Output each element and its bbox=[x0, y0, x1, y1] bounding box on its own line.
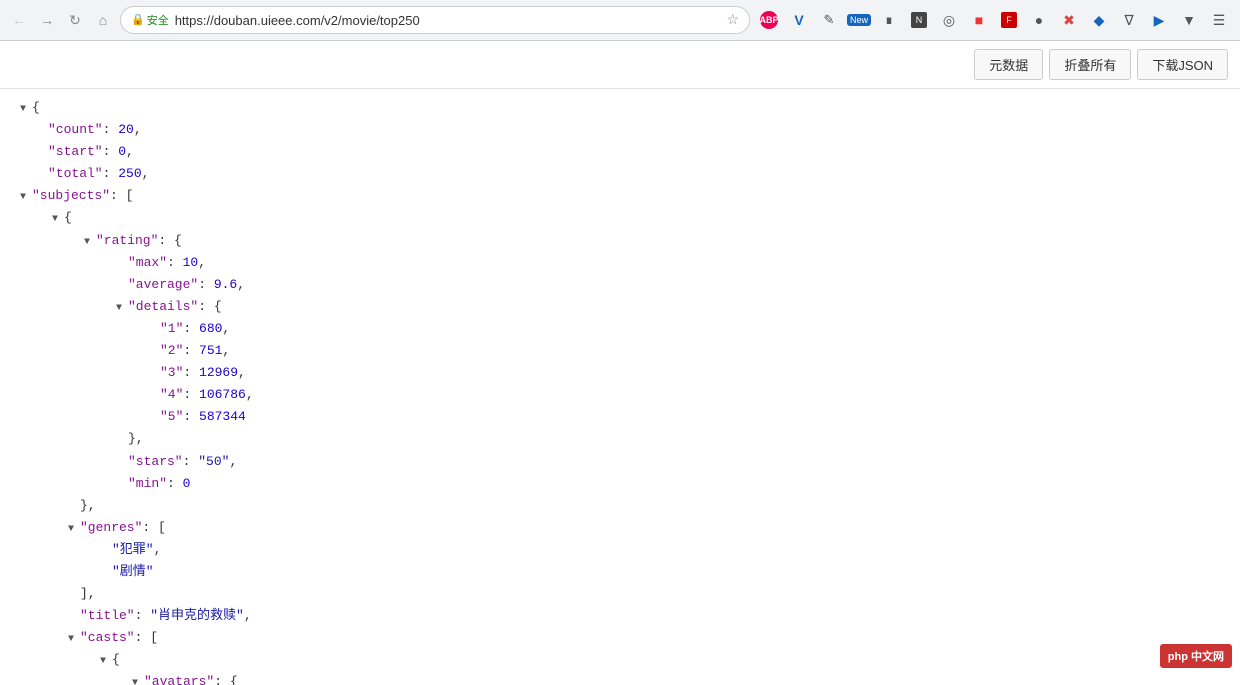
ext-icon-6[interactable]: F bbox=[996, 7, 1022, 33]
ext-icon-5[interactable]: ■ bbox=[966, 7, 992, 33]
ext-icon-chrome[interactable]: ◎ bbox=[936, 7, 962, 33]
browser-toolbar: ← → ↻ ⌂ 🔒 安全 https://douban.uieee.com/v2… bbox=[0, 0, 1240, 40]
details-toggle[interactable]: ▼ bbox=[112, 301, 126, 315]
ext-icon-new[interactable]: New bbox=[846, 7, 872, 33]
adblock-icon[interactable]: ABP bbox=[756, 7, 782, 33]
forward-button[interactable]: → bbox=[36, 9, 58, 31]
meta-button[interactable]: 元数据 bbox=[974, 49, 1043, 80]
security-icon: 🔒 安全 bbox=[131, 12, 169, 28]
ext-icon-1[interactable]: V bbox=[786, 7, 812, 33]
ext-icon-9[interactable]: ◆ bbox=[1086, 7, 1112, 33]
genres-line: ▼ "genres" : [ bbox=[16, 517, 1224, 539]
ext-icon-11[interactable]: ▶ bbox=[1146, 7, 1172, 33]
avatars-toggle[interactable]: ▼ bbox=[128, 677, 142, 685]
browser-chrome: ← → ↻ ⌂ 🔒 安全 https://douban.uieee.com/v2… bbox=[0, 0, 1240, 41]
ext-icon-3[interactable]: ∎ bbox=[876, 7, 902, 33]
details-close-line: }, bbox=[16, 428, 1224, 450]
ext-icon-13[interactable]: ☰ bbox=[1206, 7, 1232, 33]
back-button[interactable]: ← bbox=[8, 9, 30, 31]
detail4-line: "4" : 106786 , bbox=[16, 384, 1224, 406]
subject0-line: ▼ { bbox=[16, 207, 1224, 229]
genre2-line: "剧情" bbox=[16, 561, 1224, 583]
json-viewer: ▼ { "count" : 20 , "start" : 0 , "total"… bbox=[0, 89, 1240, 685]
root-line: ▼ { bbox=[16, 97, 1224, 119]
root-toggle[interactable]: ▼ bbox=[16, 103, 30, 117]
total-line: "total" : 250 , bbox=[16, 163, 1224, 185]
detail2-line: "2" : 751 , bbox=[16, 340, 1224, 362]
home-button[interactable]: ⌂ bbox=[92, 9, 114, 31]
url-text: https://douban.uieee.com/v2/movie/top250 bbox=[175, 13, 721, 28]
avatars-line: ▼ "avatars" : { bbox=[16, 671, 1224, 685]
stars-line: "stars" : "50" , bbox=[16, 451, 1224, 473]
php-logo[interactable]: php 中文网 bbox=[1160, 644, 1232, 668]
rating-close-line: }, bbox=[16, 495, 1224, 517]
details-line: ▼ "details" : { bbox=[16, 296, 1224, 318]
genres-toggle[interactable]: ▼ bbox=[64, 522, 78, 536]
ext-icon-4[interactable]: N bbox=[906, 7, 932, 33]
rating-line: ▼ "rating" : { bbox=[16, 230, 1224, 252]
title-line: "title" : "肖申克的救赎" , bbox=[16, 605, 1224, 627]
ext-icon-2[interactable]: ✎ bbox=[816, 7, 842, 33]
detail1-line: "1" : 680 , bbox=[16, 318, 1224, 340]
security-text: 安全 bbox=[147, 12, 169, 28]
max-line: "max" : 10 , bbox=[16, 252, 1224, 274]
address-bar[interactable]: 🔒 安全 https://douban.uieee.com/v2/movie/t… bbox=[120, 6, 750, 34]
detail3-line: "3" : 12969 , bbox=[16, 362, 1224, 384]
ext-icon-8[interactable]: ✖ bbox=[1056, 7, 1082, 33]
php-logo-text: php 中文网 bbox=[1168, 648, 1224, 664]
subjects-toggle[interactable]: ▼ bbox=[16, 191, 30, 205]
average-line: "average" : 9.6 , bbox=[16, 274, 1224, 296]
cast0-toggle[interactable]: ▼ bbox=[96, 655, 110, 669]
genre1-line: "犯罪" , bbox=[16, 539, 1224, 561]
ext-icon-12[interactable]: ▼ bbox=[1176, 7, 1202, 33]
bookmark-icon[interactable]: ☆ bbox=[726, 12, 739, 29]
rating-toggle[interactable]: ▼ bbox=[80, 235, 94, 249]
subjects-line: ▼ "subjects" : [ bbox=[16, 185, 1224, 207]
casts-line: ▼ "casts" : [ bbox=[16, 627, 1224, 649]
cast0-line: ▼ { bbox=[16, 649, 1224, 671]
toolbar-icons: ABP V ✎ New ∎ N ◎ ■ F bbox=[756, 7, 1232, 33]
reload-button[interactable]: ↻ bbox=[64, 9, 86, 31]
ext-icon-7[interactable]: ● bbox=[1026, 7, 1052, 33]
casts-toggle[interactable]: ▼ bbox=[64, 633, 78, 647]
action-bar: 元数据 折叠所有 下载JSON bbox=[0, 41, 1240, 89]
download-button[interactable]: 下载JSON bbox=[1137, 49, 1228, 80]
detail5-line: "5" : 587344 bbox=[16, 406, 1224, 428]
fold-button[interactable]: 折叠所有 bbox=[1049, 49, 1131, 80]
ext-icon-10[interactable]: ∇ bbox=[1116, 7, 1142, 33]
min-line: "min" : 0 bbox=[16, 473, 1224, 495]
start-line: "start" : 0 , bbox=[16, 141, 1224, 163]
count-line: "count" : 20 , bbox=[16, 119, 1224, 141]
subject0-toggle[interactable]: ▼ bbox=[48, 213, 62, 227]
genres-close-line: ], bbox=[16, 583, 1224, 605]
